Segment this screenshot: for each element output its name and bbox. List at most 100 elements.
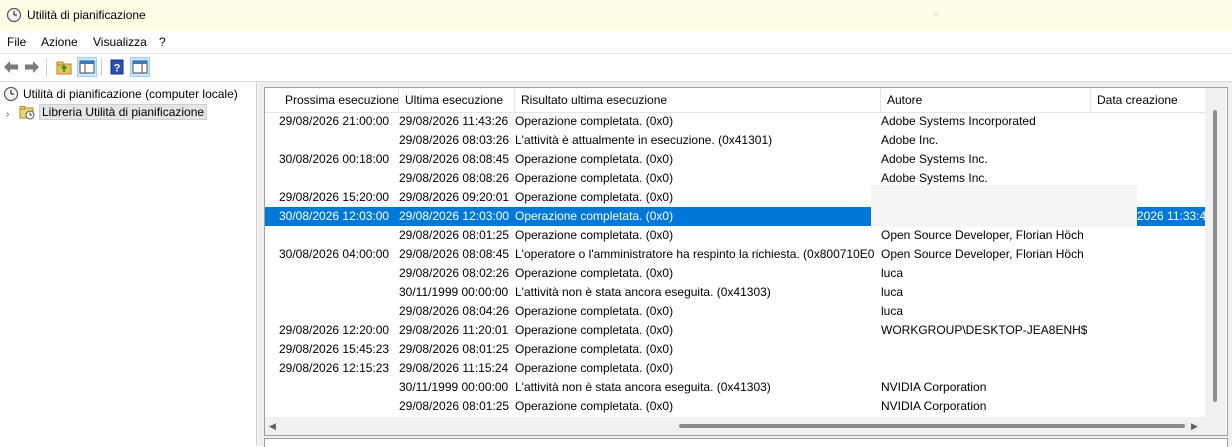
table-row[interactable]: 29/08/2026 08:02:26 Operazione completata… — [265, 264, 1205, 283]
menu-file[interactable]: File — [7, 35, 26, 49]
console-tree: Utilità di pianificazione (computer loca… — [0, 82, 257, 446]
show-hide-action-pane-button[interactable] — [130, 57, 150, 77]
cell-author — [881, 340, 1087, 359]
column-created[interactable]: Data creazione — [1091, 88, 1205, 112]
cell-author: luca — [881, 266, 904, 280]
cell-next-run — [279, 283, 397, 302]
menu-bar: File Azione Visualizza ? — [0, 31, 1232, 54]
cell-next-run — [279, 131, 397, 150]
cell-last-run: 29/08/2026 08:08:26 — [399, 171, 510, 185]
cell-created — [1093, 150, 1205, 169]
cell-last-run: 29/08/2026 08:01:25 — [399, 342, 510, 356]
cell-last-result: Operazione completata. (0x0) — [515, 209, 674, 223]
cell-next-run — [279, 226, 397, 245]
cell-author — [881, 359, 1087, 378]
toolbar-separator — [46, 58, 47, 76]
cell-next-run: 29/08/2026 12:15:23 — [279, 361, 390, 375]
table-row[interactable]: 29/08/2026 08:01:25 Operazione completata… — [265, 226, 1205, 245]
tree-item-library[interactable]: Libreria Utilità di pianificazione — [19, 104, 208, 120]
table-row[interactable]: 30/11/1999 00:00:00 L'attività non è stat… — [265, 378, 1205, 397]
cell-last-result: Operazione completata. (0x0) — [515, 228, 674, 242]
table-row[interactable]: 29/08/2026 21:00:00 29/08/2026 11:43:26 Op… — [265, 112, 1205, 131]
cell-last-result: L'attività non è stata ancora eseguita. … — [515, 285, 771, 299]
cell-last-result: Operazione completata. (0x0) — [515, 114, 674, 128]
tree-library-label: Libreria Utilità di pianificazione — [39, 104, 208, 120]
toolbar: ? — [0, 54, 1232, 82]
tree-root-label: Utilità di pianificazione (computer loca… — [23, 87, 238, 101]
cell-author: Adobe Systems Incorporated — [881, 114, 1036, 128]
table-row[interactable]: 30/11/1999 00:00:00 L'attività non è stat… — [265, 283, 1205, 302]
vertical-scrollbar[interactable] — [1205, 88, 1226, 417]
cell-next-run — [279, 169, 397, 188]
forward-arrow-icon — [25, 61, 39, 73]
cell-next-run — [279, 378, 397, 397]
cell-created — [1093, 131, 1205, 150]
cell-created — [1093, 283, 1205, 302]
scrollbar-corner — [1205, 417, 1226, 435]
column-last-result[interactable]: Risultato ultima esecuzione — [515, 88, 881, 112]
cell-created — [1093, 378, 1205, 397]
table-row[interactable]: 29/08/2026 08:01:25 Operazione completata… — [265, 397, 1205, 416]
cell-created — [1093, 112, 1205, 131]
cell-next-run — [279, 302, 397, 321]
cell-author: NVIDIA Corporation — [881, 380, 987, 394]
up-folder-button[interactable] — [54, 57, 74, 77]
horizontal-scrollbar[interactable]: ◀ ▶ — [265, 417, 1205, 435]
cell-last-run: 29/08/2026 08:08:45 — [399, 247, 510, 261]
scroll-right-arrow-icon[interactable]: ▶ — [1191, 421, 1198, 432]
title-bar: Utilità di pianificazione — [0, 0, 1232, 31]
table-row[interactable]: 30/08/2026 04:00:00 29/08/2026 08:08:45 L'… — [265, 245, 1205, 264]
table-row[interactable]: 29/08/2026 08:04:26 Operazione completata… — [265, 302, 1205, 321]
cell-last-result: Operazione completata. (0x0) — [515, 190, 674, 204]
table-row[interactable]: 29/08/2026 15:45:23 29/08/2026 08:01:25 Op… — [265, 340, 1205, 359]
task-list-pane: Prossima esecuzione Ultima esecuzione Ri… — [258, 82, 1232, 447]
column-next-run[interactable]: Prossima esecuzione — [279, 88, 399, 112]
menu-visualizza[interactable]: Visualizza — [93, 35, 147, 49]
chevron-right-icon[interactable]: › — [6, 109, 9, 120]
scroll-left-arrow-icon[interactable]: ◀ — [269, 421, 276, 432]
cell-last-result: L'attività non è stata ancora eseguita. … — [515, 380, 771, 394]
tree-root-local-computer[interactable]: Utilità di pianificazione (computer loca… — [3, 86, 238, 102]
show-hide-tree-button[interactable] — [77, 57, 97, 77]
folder-clock-icon — [19, 106, 35, 120]
column-last-run[interactable]: Ultima esecuzione — [399, 88, 515, 112]
table-row[interactable]: 29/08/2026 12:20:00 29/08/2026 11:20:01 Op… — [265, 321, 1205, 340]
cell-last-run: 30/11/1999 00:00:00 — [399, 380, 509, 394]
forward-button[interactable] — [22, 57, 42, 77]
cell-last-result: Operazione completata. (0x0) — [515, 399, 674, 413]
menu-azione[interactable]: Azione — [41, 35, 78, 49]
task-list: Prossima esecuzione Ultima esecuzione Ri… — [264, 87, 1228, 436]
cell-created — [1093, 397, 1205, 416]
cell-last-run: 29/08/2026 08:03:26 — [399, 133, 510, 147]
cell-next-run: 29/08/2026 15:45:23 — [279, 342, 390, 356]
cell-author: Adobe Systems Inc. — [881, 152, 988, 166]
menu-help[interactable]: ? — [159, 35, 166, 49]
column-author[interactable]: Autore — [881, 88, 1091, 112]
back-button[interactable] — [1, 57, 21, 77]
cell-last-run: 29/08/2026 08:01:25 — [399, 399, 510, 413]
cell-next-run — [279, 264, 397, 283]
cell-created — [1093, 245, 1205, 264]
cell-last-run: 29/08/2026 08:01:25 — [399, 228, 510, 242]
cell-last-result: L'operatore o l'amministratore ha respin… — [515, 247, 875, 261]
horizontal-scroll-thumb[interactable] — [679, 424, 1185, 428]
table-row[interactable]: 29/08/2026 08:03:26 L'attività è attualme… — [265, 131, 1205, 150]
cell-last-run: 29/08/2026 11:15:24 — [399, 361, 509, 375]
cell-last-run: 30/11/1999 00:00:00 — [399, 285, 509, 299]
svg-text:?: ? — [114, 63, 121, 75]
cell-last-run: 29/08/2026 11:43:26 — [399, 114, 509, 128]
cell-last-run: 29/08/2026 11:20:01 — [399, 323, 509, 337]
table-row[interactable]: 29/08/2026 12:15:23 29/08/2026 11:15:24 Op… — [265, 359, 1205, 378]
cell-last-run: 29/08/2026 12:03:00 — [399, 209, 510, 223]
table-row[interactable]: 30/08/2026 00:18:00 29/08/2026 08:08:45 Op… — [265, 150, 1205, 169]
cell-created — [1093, 340, 1205, 359]
cell-next-run: 29/08/2026 21:00:00 — [279, 114, 390, 128]
cell-last-run: 29/08/2026 08:04:26 — [399, 304, 510, 318]
vertical-scroll-thumb[interactable] — [1213, 110, 1217, 402]
cell-last-result: Operazione completata. (0x0) — [515, 266, 674, 280]
help-icon: ? — [110, 59, 124, 75]
help-button[interactable]: ? — [107, 57, 127, 77]
cell-author: Open Source Developer, Florian Höch — [881, 247, 1084, 261]
redacted-area — [871, 185, 1137, 227]
cell-author: Adobe Inc. — [881, 133, 939, 147]
